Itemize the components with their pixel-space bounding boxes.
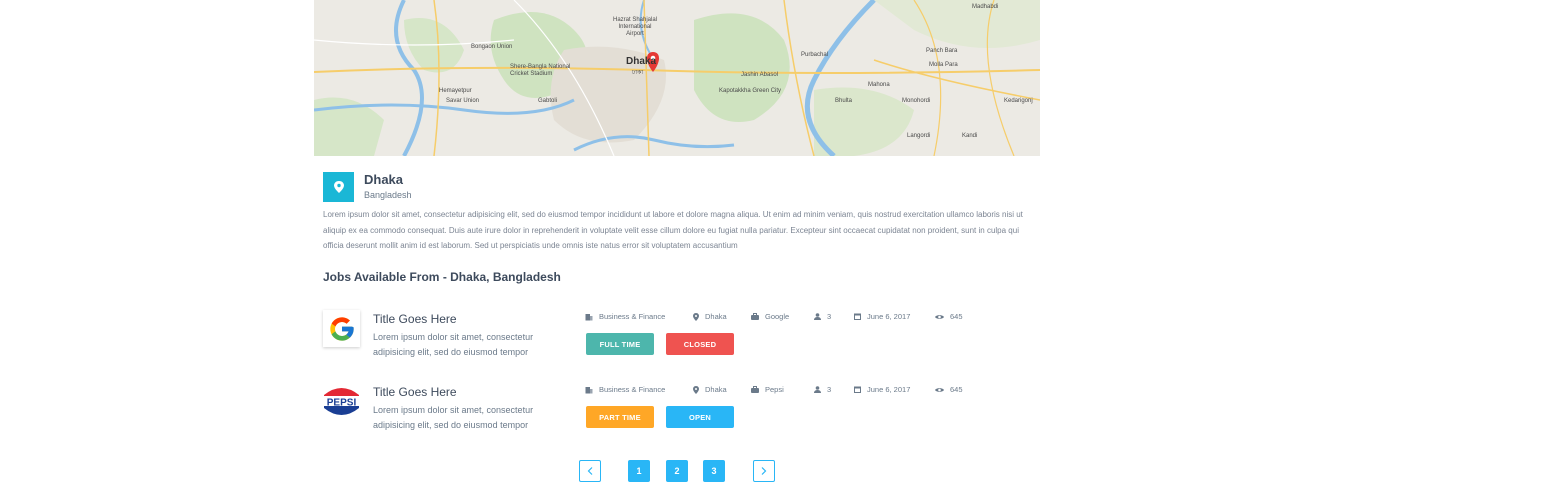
job-description: Lorem ipsum dolor sit amet, consectetur …	[373, 405, 534, 430]
map-label: Kapotakkha Green City	[719, 88, 782, 94]
job-category-label: Business & Finance	[599, 385, 666, 394]
pagination-page-button[interactable]: 1	[628, 460, 650, 482]
job-company: Pepsi	[751, 385, 784, 394]
job-status-badge[interactable]: CLOSED	[666, 333, 734, 355]
job-listing[interactable]: PEPSI Title Goes Here Lorem ipsum dolor …	[323, 383, 1023, 443]
location-map[interactable]: Madhabdi Hazrat Shahjalal International …	[314, 0, 1040, 156]
map-label: Bongaon Union	[471, 44, 513, 50]
map-label: Mahona	[868, 82, 890, 88]
map-label: Panch Bara	[926, 48, 958, 54]
job-title[interactable]: Title Goes Here	[373, 385, 457, 399]
map-label: Jashin Abasol	[741, 72, 779, 78]
location-description: Lorem ipsum dolor sit amet, consectetur …	[323, 210, 1023, 250]
calendar-icon	[854, 313, 861, 320]
job-views: 645	[935, 312, 963, 321]
job-type-badge[interactable]: FULL TIME	[586, 333, 654, 355]
map-label: Kedarigonj	[1004, 98, 1033, 104]
map-label: Madhabdi	[972, 4, 999, 10]
map-label: Monohordi	[902, 98, 931, 104]
job-listing[interactable]: Title Goes Here Lorem ipsum dolor sit am…	[323, 310, 1023, 370]
google-logo	[323, 310, 360, 347]
map-label: Gabtoli	[538, 98, 558, 104]
job-location-label: Dhaka	[705, 312, 727, 321]
job-company-label: Pepsi	[765, 385, 784, 394]
job-date: June 6, 2017	[854, 385, 910, 394]
person-icon	[814, 386, 821, 393]
eye-icon	[935, 387, 944, 392]
eye-icon	[935, 314, 944, 319]
map-label: Shere-Bangla National Cricket Stadium	[510, 64, 571, 77]
chevron-right-icon	[761, 467, 767, 475]
location-country: Bangladesh	[364, 190, 412, 200]
pepsi-icon: PEPSI	[323, 383, 360, 420]
pepsi-logo: PEPSI	[323, 383, 360, 420]
map-label: Hemayetpur	[439, 88, 472, 94]
building-icon	[585, 386, 593, 393]
map-label: Hazrat Shahjalal International Airport	[612, 17, 658, 37]
pagination-page-button[interactable]: 3	[703, 460, 725, 482]
map-label: Purbachal	[801, 52, 829, 58]
map-label: Kandi	[962, 133, 978, 139]
job-company: Google	[751, 312, 789, 321]
job-category-label: Business & Finance	[599, 312, 666, 321]
location-pin-icon	[693, 385, 699, 394]
job-vacancies: 3	[814, 312, 831, 321]
jobs-section-title: Jobs Available From - Dhaka, Bangladesh	[323, 270, 561, 284]
job-date: June 6, 2017	[854, 312, 910, 321]
map-marker-icon	[333, 181, 344, 193]
job-vacancies: 3	[814, 385, 831, 394]
job-views-label: 645	[950, 385, 963, 394]
map-city-label: Dhaka	[626, 56, 657, 67]
job-location: Dhaka	[693, 385, 727, 394]
job-location: Dhaka	[693, 312, 727, 321]
job-description: Lorem ipsum dolor sit amet, consectetur …	[373, 332, 534, 357]
google-icon	[329, 316, 354, 341]
pagination-prev-button[interactable]	[579, 460, 601, 482]
job-vacancies-label: 3	[827, 385, 832, 394]
job-location-label: Dhaka	[705, 385, 727, 394]
job-views-label: 645	[950, 312, 963, 321]
job-status-badge[interactable]: OPEN	[666, 406, 734, 428]
map-label: Bhulta	[835, 98, 853, 104]
job-type-badge[interactable]: PART TIME	[586, 406, 654, 428]
briefcase-icon	[751, 386, 759, 393]
person-icon	[814, 313, 821, 320]
map-label: Molla Para	[929, 62, 958, 68]
job-company-label: Google	[765, 312, 790, 321]
chevron-left-icon	[587, 467, 593, 475]
location-badge	[323, 172, 354, 202]
location-pin-icon	[693, 312, 699, 321]
job-vacancies-label: 3	[827, 312, 832, 321]
building-icon	[585, 313, 593, 320]
pagination-page-button[interactable]: 2	[666, 460, 688, 482]
map-graphic	[314, 0, 1040, 156]
job-date-label: June 6, 2017	[867, 312, 911, 321]
job-category: Business & Finance	[585, 385, 665, 394]
svg-text:PEPSI: PEPSI	[327, 398, 357, 409]
job-category: Business & Finance	[585, 312, 665, 321]
map-label: Savar Union	[446, 98, 480, 104]
map-label: Langordi	[907, 133, 931, 139]
job-views: 645	[935, 385, 963, 394]
briefcase-icon	[751, 313, 759, 320]
pagination-next-button[interactable]	[753, 460, 775, 482]
job-title[interactable]: Title Goes Here	[373, 312, 457, 326]
job-date-label: June 6, 2017	[867, 385, 911, 394]
map-city-local-label: ঢাকা	[632, 70, 644, 76]
calendar-icon	[854, 386, 861, 393]
location-city: Dhaka	[364, 172, 404, 187]
